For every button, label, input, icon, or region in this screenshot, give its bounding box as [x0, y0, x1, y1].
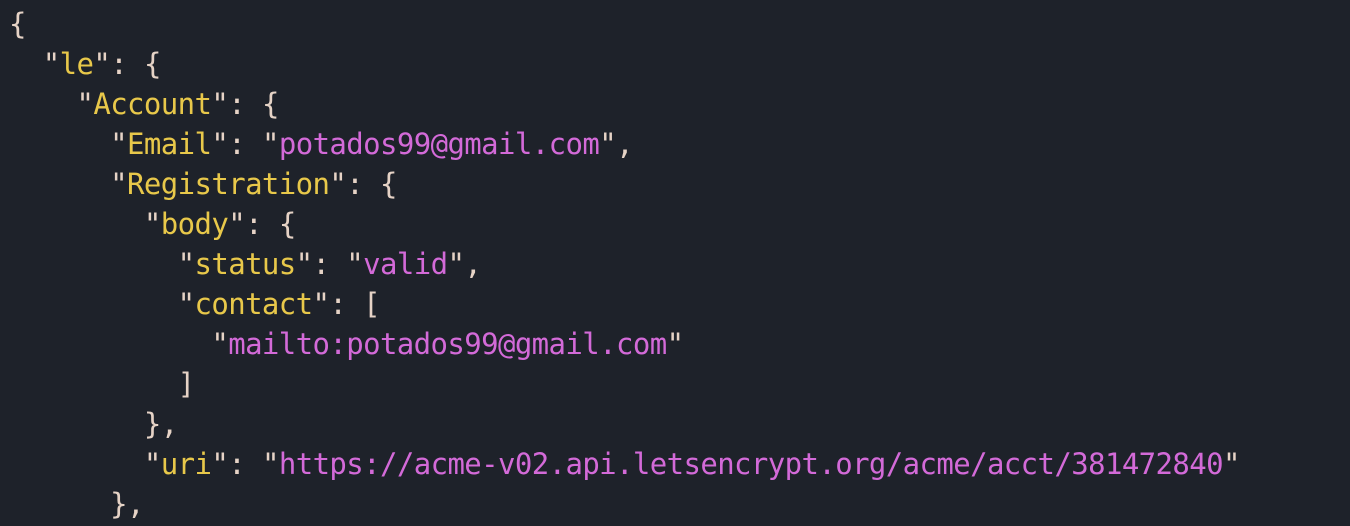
code-punctuation: : { — [228, 87, 279, 121]
quote-mark: " — [93, 47, 111, 81]
quote-mark: " — [211, 447, 229, 481]
code-line-3: "Account": { — [9, 84, 1240, 124]
json-key: status — [194, 247, 296, 281]
quote-mark: " — [295, 247, 313, 281]
code-punctuation: : [ — [329, 287, 380, 321]
code-punctuation: { — [9, 7, 26, 41]
code-punctuation: , — [464, 247, 482, 281]
json-string-value: https://acme-v02.api.letsencrypt.org/acm… — [278, 447, 1224, 481]
quote-mark: " — [110, 127, 128, 161]
code-line-9: "mailto:potados99@gmail.com" — [9, 324, 1240, 364]
quote-mark: " — [261, 447, 279, 481]
code-punctuation: : { — [346, 167, 397, 201]
code-line-12: "uri": "https://acme-v02.api.letsencrypt… — [9, 444, 1241, 484]
quote-mark: " — [346, 247, 364, 281]
json-code-view: { "le": { "Account": { "Email": "potados… — [9, 4, 1240, 524]
quote-mark: " — [312, 287, 330, 321]
code-line-4: "Email": "potados99@gmail.com", — [9, 124, 1240, 164]
colon: : — [228, 127, 262, 161]
json-key: body — [160, 207, 229, 241]
quote-mark: " — [211, 127, 229, 161]
code-punctuation: : { — [110, 47, 161, 81]
quote-mark: " — [666, 327, 684, 361]
json-key: uri — [160, 447, 212, 481]
colon: : — [228, 447, 262, 481]
quote-mark: " — [110, 167, 128, 201]
json-key: Email — [127, 127, 212, 161]
quote-mark: " — [211, 327, 229, 361]
code-line-5: "Registration": { — [9, 164, 1240, 204]
code-line-2: "le": { — [9, 44, 1240, 84]
code-line-7: "status": "valid", — [9, 244, 1240, 284]
quote-mark: " — [177, 287, 195, 321]
json-string-value: potados99@gmail.com — [278, 127, 600, 161]
code-punctuation: }, — [110, 487, 144, 521]
code-line-8: "contact": [ — [9, 284, 1240, 324]
json-key: le — [59, 47, 94, 81]
json-string-value: valid — [363, 247, 448, 281]
code-line-11: }, — [9, 404, 1240, 444]
code-punctuation: ] — [177, 367, 195, 401]
quote-mark: " — [42, 47, 60, 81]
code-line-10: ] — [9, 364, 1240, 404]
json-key: Account — [93, 87, 212, 121]
quote-mark: " — [228, 207, 246, 241]
quote-mark: " — [76, 87, 94, 121]
json-key: contact — [194, 287, 313, 321]
code-punctuation: }, — [143, 407, 178, 441]
quote-mark: " — [261, 127, 279, 161]
code-line-13: }, — [9, 484, 1240, 524]
quote-mark: " — [143, 447, 161, 481]
quote-mark: " — [599, 127, 617, 161]
code-line-6: "body": { — [9, 204, 1240, 244]
code-punctuation: , — [616, 127, 633, 161]
quote-mark: " — [447, 247, 465, 281]
json-key: Registration — [127, 167, 330, 201]
code-line-1: { — [9, 4, 1240, 44]
json-string-value: mailto:potados99@gmail.com — [228, 327, 667, 361]
quote-mark: " — [177, 247, 195, 281]
colon: : — [312, 247, 347, 281]
code-punctuation: : { — [245, 207, 296, 241]
quote-mark: " — [211, 87, 229, 121]
quote-mark: " — [329, 167, 347, 201]
quote-mark: " — [1222, 447, 1240, 481]
quote-mark: " — [143, 207, 161, 241]
